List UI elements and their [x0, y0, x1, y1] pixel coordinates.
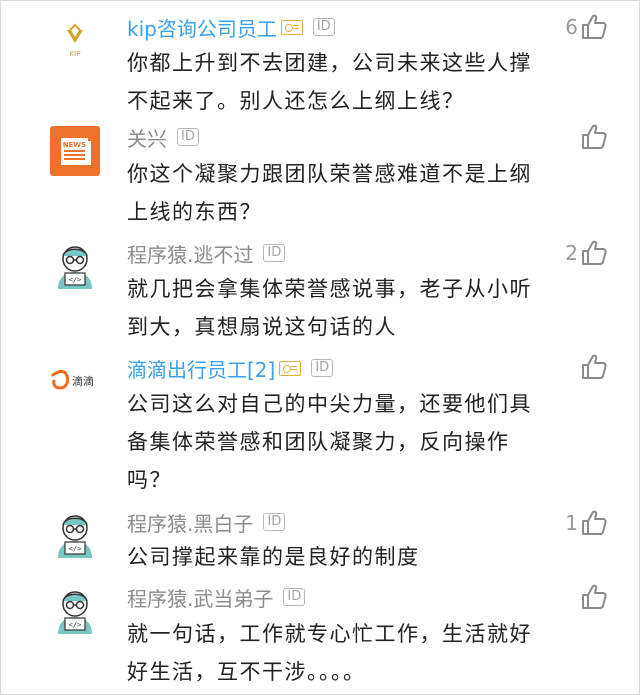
- thumbs-up-icon: [582, 124, 607, 149]
- news-icon: NEWS: [50, 126, 100, 176]
- svg-text:滴滴: 滴滴: [72, 374, 94, 388]
- comment-author-row: 程序猿.黑白子 ID: [127, 508, 286, 537]
- svg-text:</>: </>: [69, 621, 82, 629]
- comment-author[interactable]: kip咨询公司员工: [127, 13, 277, 42]
- coder-avatar-icon: </>: [50, 584, 100, 634]
- coder-avatar-icon: </>: [50, 239, 100, 289]
- id-badge[interactable]: ID: [283, 588, 306, 606]
- comment-text: 公司这么对自己的中尖力量，还要他们具备集体荣誉感和团队凝聚力，反向操作吗？: [127, 392, 532, 492]
- kip-logo-icon: KIP: [50, 16, 100, 66]
- comment-author-row: 滴滴出行员工[2] ID: [127, 354, 334, 383]
- coder-avatar-icon: </>: [50, 508, 100, 558]
- comment-text: 就几把会拿集体荣誉感说事，老子从小听到大，真想扇说这句话的人: [127, 277, 532, 339]
- comment-author-row: kip咨询公司员工 ID: [127, 13, 335, 41]
- like-count: 6: [565, 15, 578, 39]
- avatar[interactable]: 滴滴: [50, 356, 100, 406]
- avatar[interactable]: KIP: [50, 16, 100, 66]
- id-badge[interactable]: ID: [312, 18, 335, 36]
- like-button[interactable]: [578, 122, 608, 152]
- svg-text:</>: </>: [69, 545, 82, 553]
- comment-author[interactable]: 关兴: [127, 123, 167, 152]
- comment-author[interactable]: 程序猿.逃不过: [127, 239, 253, 268]
- thumbs-up-icon: [582, 14, 607, 39]
- thumbs-up-icon: [582, 584, 607, 609]
- avatar[interactable]: </>: [50, 584, 100, 634]
- id-badge[interactable]: ID: [263, 244, 286, 262]
- comment-text: 公司撑起来靠的是良好的制度: [127, 545, 420, 569]
- like-button[interactable]: 1: [565, 508, 608, 538]
- comment-author-row: 关兴 ID: [127, 123, 199, 151]
- svg-text:</>: </>: [69, 276, 82, 284]
- like-button[interactable]: [578, 582, 608, 612]
- comment-author[interactable]: 程序猿.黑白子: [127, 508, 253, 537]
- thumbs-up-icon: [582, 510, 607, 535]
- like-button[interactable]: 6: [565, 12, 608, 42]
- avatar[interactable]: </>: [50, 508, 100, 558]
- comment-text: 你这个凝聚力跟团队荣誉感难道不是上纲上线的东西？: [127, 162, 532, 224]
- comment-author[interactable]: 程序猿.武当弟子: [127, 583, 273, 612]
- like-button[interactable]: 2: [565, 238, 608, 268]
- verified-card-icon: [280, 19, 303, 35]
- avatar[interactable]: NEWS: [50, 126, 100, 176]
- like-count: 1: [565, 511, 578, 535]
- comment-text: 就一句话，工作就专心忙工作，生活就好好生活，互不干涉。。。。: [127, 622, 532, 684]
- avatar[interactable]: </>: [50, 239, 100, 289]
- didi-logo-icon: 滴滴: [50, 356, 100, 406]
- comment-text: 你都上升到不去团建，公司未来这些人撑不起来了。别人还怎么上纲上线？: [127, 51, 532, 113]
- comment-author-row: 程序猿.逃不过 ID: [127, 239, 286, 268]
- like-button[interactable]: [578, 352, 608, 382]
- comment-author-row: 程序猿.武当弟子 ID: [127, 583, 306, 612]
- id-badge[interactable]: ID: [177, 128, 199, 146]
- like-count: 2: [565, 241, 578, 265]
- svg-text:KIP: KIP: [70, 50, 81, 58]
- comment-author[interactable]: 滴滴出行员工[2]: [127, 354, 275, 383]
- id-badge[interactable]: ID: [311, 359, 334, 377]
- verified-card-icon: [279, 360, 302, 376]
- thumbs-up-icon: [582, 354, 607, 379]
- svg-text:NEWS: NEWS: [63, 141, 86, 149]
- thumbs-up-icon: [582, 240, 607, 265]
- id-badge[interactable]: ID: [263, 513, 286, 531]
